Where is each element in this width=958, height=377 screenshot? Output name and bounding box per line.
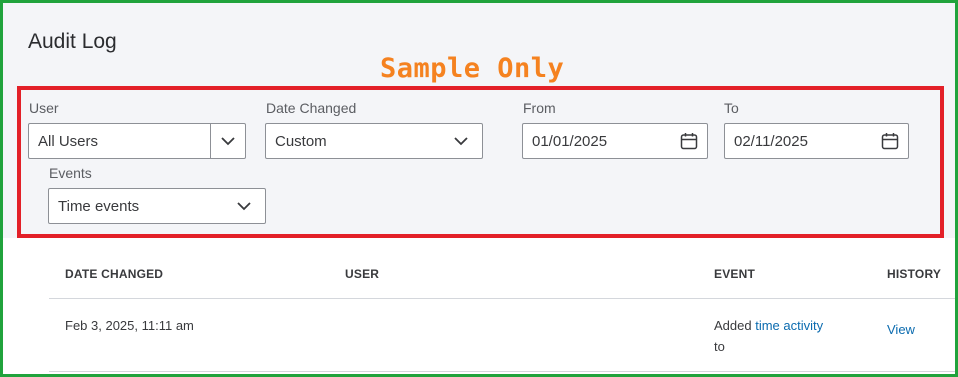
from-date-field[interactable]: 01/01/2025	[522, 123, 708, 159]
user-filter-select[interactable]: All Users	[28, 123, 246, 159]
date-changed-value: Custom	[275, 132, 327, 150]
event-prefix: Added	[714, 318, 752, 333]
chevron-down-icon[interactable]	[210, 124, 245, 158]
audit-log-table: DATE CHANGED USER EVENT HISTORY Feb 3, 2…	[3, 238, 955, 374]
events-filter-value: Time events	[58, 197, 140, 215]
calendar-icon[interactable]	[880, 131, 900, 151]
from-date-value: 01/01/2025	[532, 132, 608, 150]
user-filter-label: User	[29, 100, 59, 116]
chevron-down-icon	[454, 134, 468, 148]
events-filter-select[interactable]: Time events	[48, 188, 266, 224]
column-header-user[interactable]: USER	[345, 267, 379, 281]
events-filter-label: Events	[49, 165, 92, 181]
chevron-down-icon	[237, 199, 251, 213]
sample-watermark: Sample Only	[380, 53, 565, 84]
view-history-link[interactable]: View	[887, 322, 915, 337]
to-date-label: To	[724, 100, 739, 116]
page-title: Audit Log	[28, 30, 117, 53]
date-changed-label: Date Changed	[266, 100, 357, 116]
column-header-event[interactable]: EVENT	[714, 267, 755, 281]
date-changed-select[interactable]: Custom	[265, 123, 483, 159]
event-link[interactable]: time activity	[755, 318, 823, 333]
to-date-field[interactable]: 02/11/2025	[724, 123, 909, 159]
column-header-history[interactable]: HISTORY	[887, 267, 941, 281]
user-filter-value: All Users	[38, 132, 99, 150]
row-divider	[49, 371, 955, 372]
event-suffix: to	[714, 339, 725, 354]
from-date-label: From	[523, 100, 556, 116]
row-date-changed: Feb 3, 2025, 11:11 am	[65, 318, 194, 333]
calendar-icon[interactable]	[679, 131, 699, 151]
column-header-date-changed[interactable]: DATE CHANGED	[65, 267, 163, 281]
row-event: Added time activity	[714, 318, 823, 333]
header-divider	[49, 298, 955, 299]
to-date-value: 02/11/2025	[734, 132, 808, 150]
